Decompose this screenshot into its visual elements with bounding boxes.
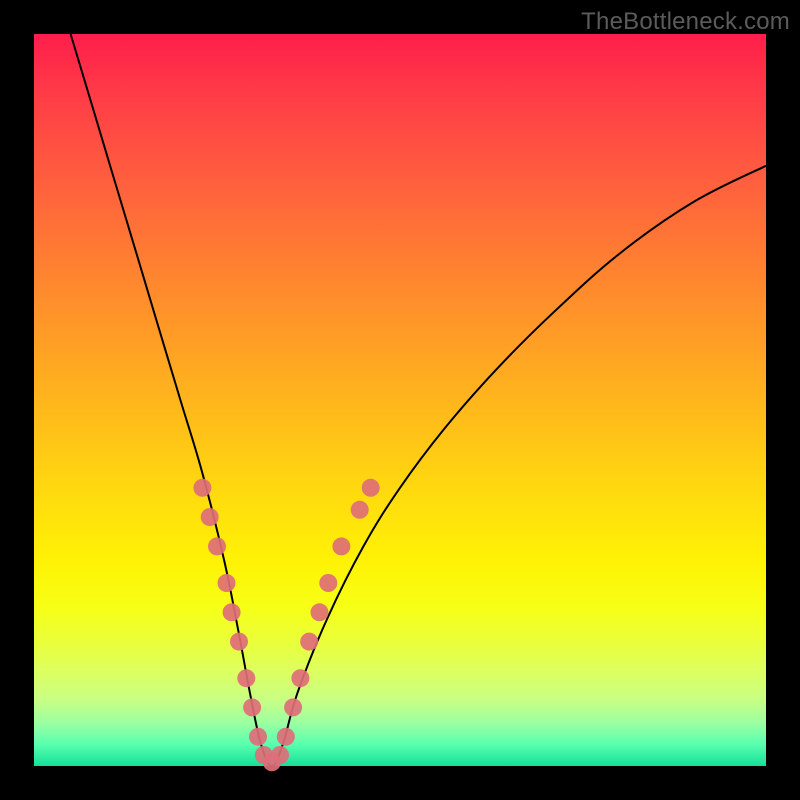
marker-group: [193, 479, 379, 772]
data-point: [193, 479, 211, 497]
data-point: [237, 669, 255, 687]
data-point: [277, 728, 295, 746]
data-point: [208, 537, 226, 555]
data-point: [249, 728, 267, 746]
data-point: [319, 574, 337, 592]
data-point: [223, 603, 241, 621]
data-point: [284, 698, 302, 716]
data-point: [291, 669, 309, 687]
bottleneck-curve: [71, 34, 766, 766]
data-point: [218, 574, 236, 592]
data-point: [311, 603, 329, 621]
data-point: [230, 633, 248, 651]
data-point: [362, 479, 380, 497]
plot-area: [34, 34, 766, 766]
data-point: [332, 537, 350, 555]
data-point: [351, 501, 369, 519]
data-point: [300, 633, 318, 651]
chart-svg: [34, 34, 766, 766]
watermark-text: TheBottleneck.com: [581, 8, 790, 36]
data-point: [201, 508, 219, 526]
chart-frame: TheBottleneck.com: [0, 0, 800, 800]
data-point: [271, 746, 289, 764]
data-point: [243, 698, 261, 716]
